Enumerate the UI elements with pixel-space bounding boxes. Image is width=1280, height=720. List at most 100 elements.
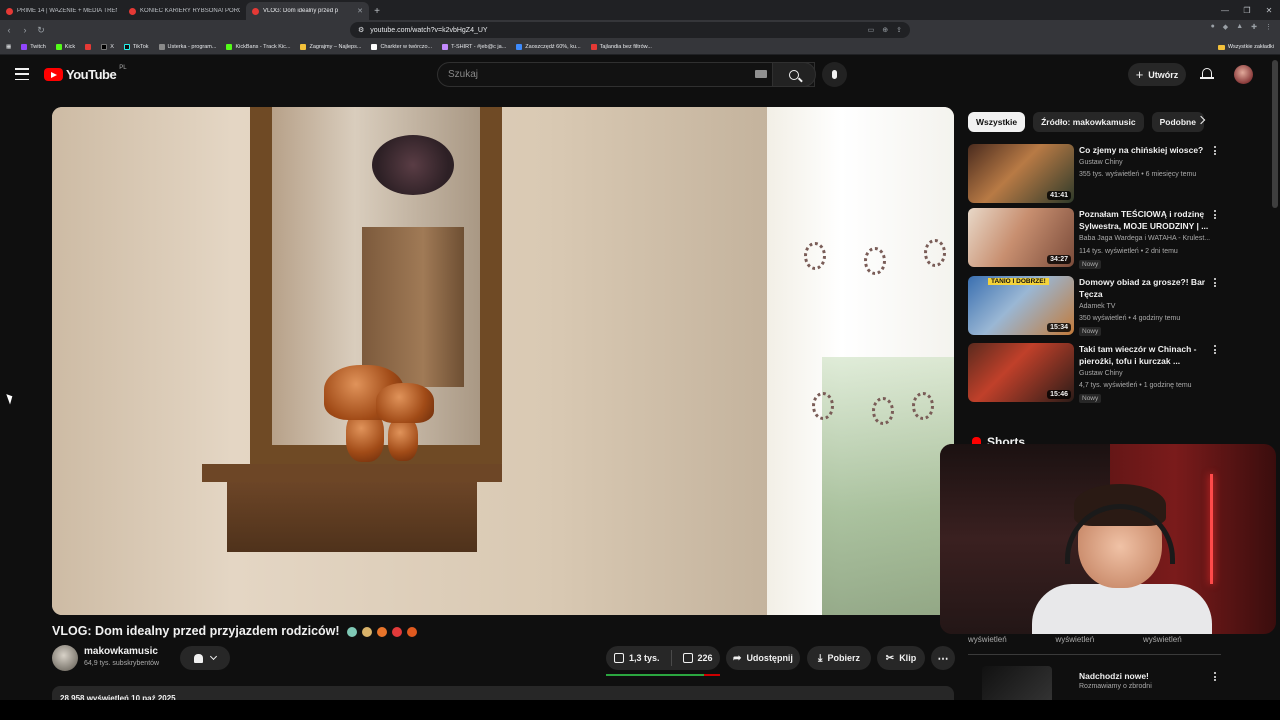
extension-icon[interactable]: ◆	[1223, 23, 1228, 31]
bookmark-item[interactable]	[85, 44, 92, 50]
close-window-icon[interactable]: ✕	[1258, 0, 1280, 20]
more-options-icon[interactable]	[1212, 345, 1218, 354]
recommendation-channel[interactable]: Gustaw Chiny	[1079, 159, 1123, 166]
recommendation-title[interactable]: Taki tam wieczór w Chinach - pierożki, t…	[1079, 343, 1211, 367]
bookmark-item[interactable]: Charkter w twórczo...	[371, 44, 432, 50]
new-tab-button[interactable]: +	[369, 2, 385, 20]
apps-icon[interactable]: ▦	[6, 44, 11, 50]
like-icon[interactable]	[614, 653, 624, 663]
bookmark-item[interactable]: Zaoszczędź 60%, ku...	[516, 44, 581, 50]
browser-tab[interactable]: KONIEC KARIERY RYBSONA! PORÓŻ	[123, 2, 246, 20]
site-info-icon[interactable]: ⚙	[358, 26, 364, 34]
bookmark-item[interactable]: Usterka - program...	[158, 44, 216, 50]
more-actions-button[interactable]: ⋯	[931, 646, 955, 670]
more-options-icon[interactable]	[1212, 210, 1218, 219]
recommendation-channel[interactable]: Gustaw Chiny	[1079, 370, 1123, 377]
more-options-icon[interactable]	[1212, 146, 1218, 155]
more-options-icon[interactable]	[1212, 278, 1218, 287]
keyboard-icon[interactable]	[755, 70, 767, 78]
browser-tab-active[interactable]: VLOG: Dom idealny przed p ✕	[246, 2, 369, 20]
bookmark-item[interactable]: KickBans - Track Kic...	[226, 44, 290, 50]
forward-icon[interactable]: ›	[18, 23, 32, 37]
bookmark-item[interactable]: X	[101, 44, 114, 50]
bookmark-item[interactable]: Twitch	[21, 44, 46, 50]
recommendation-item[interactable]: Nadchodzi nowe! Rozmawiamy o zbrodni	[968, 666, 1223, 700]
recommendation-title[interactable]: Poznałam TEŚCIOWĄ i rodzinę Sylwestra, M…	[1079, 208, 1211, 232]
create-button[interactable]: + Utwórz	[1128, 63, 1186, 86]
window-controls: — ❐ ✕	[1214, 0, 1280, 20]
chip-all[interactable]: Wszystkie	[968, 112, 1026, 132]
recommendation-title[interactable]: Co zjemy na chińskiej wiosce?	[1079, 144, 1211, 156]
bookmark-item[interactable]: Tajlandia bez filtrów...	[590, 44, 652, 50]
share-button[interactable]: ➦ Udostępnij	[726, 646, 800, 670]
video-thumbnail[interactable]: TANIO I DOBRZE! 15:34	[968, 276, 1074, 335]
browser-tab[interactable]: PRIME 14 | WAŻENIE + MEDIA TRENI	[0, 2, 123, 20]
filter-chips: Wszystkie Źródło: makowkamusic Podobne	[968, 112, 1204, 132]
maximize-icon[interactable]: ❐	[1236, 0, 1258, 20]
like-ratio-fill	[606, 674, 705, 676]
all-bookmarks-folder[interactable]: Wszystkie zakładki	[1217, 44, 1274, 50]
extension-icon[interactable]: ▲	[1236, 23, 1243, 31]
like-count[interactable]: 1,3 tys.	[629, 653, 660, 663]
menu-dots-icon[interactable]: ⋮	[1265, 23, 1272, 31]
bookmark-item[interactable]: Zagrajmy – Najleps...	[300, 44, 361, 50]
mouse-cursor-icon	[6, 392, 15, 405]
youtube-icon	[85, 44, 92, 50]
bookmark-item[interactable]: T-SHIRT - #jeb@c ja...	[442, 44, 506, 50]
recommendation-channel[interactable]: Baba Jaga Wardega i WATAHA - Krulest...	[1079, 235, 1210, 242]
minimize-icon[interactable]: —	[1214, 0, 1236, 20]
new-badge: Nowy	[1079, 327, 1102, 336]
subscribed-bell-button[interactable]	[180, 646, 230, 670]
page-scrollbar[interactable]	[1272, 60, 1278, 208]
address-bar[interactable]: ⚙ youtube.com/watch?v=k2vbHgZ4_UY ▭ ⊕ ⇪	[350, 22, 910, 38]
video-thumbnail[interactable]: 34:27	[968, 208, 1074, 267]
recommendation-item[interactable]: 41:41 Co zjemy na chińskiej wiosce? Gust…	[968, 144, 1223, 204]
zoom-icon[interactable]: ⊕	[882, 26, 888, 34]
voice-search-button[interactable]	[822, 62, 847, 87]
channel-avatar[interactable]	[52, 645, 78, 671]
share-icon[interactable]: ⇪	[896, 26, 902, 34]
like-dislike-group: 1,3 tys. 226	[606, 646, 720, 670]
duration-badge: 41:41	[1047, 191, 1071, 200]
bookmark-item[interactable]: TikTok	[123, 44, 149, 50]
recommendation-channel[interactable]: Rozmawiamy o zbrodni	[1079, 683, 1152, 690]
video-thumbnail[interactable]: 41:41	[968, 144, 1074, 203]
menu-icon[interactable]	[15, 68, 29, 80]
download-button[interactable]: ⤓ Pobierz	[807, 646, 871, 670]
screen: PRIME 14 | WAŻENIE + MEDIA TRENI KONIEC …	[0, 0, 1280, 720]
close-tab-icon[interactable]: ✕	[357, 7, 363, 15]
recommendation-channel[interactable]: Adamek TV	[1079, 303, 1115, 310]
reload-icon[interactable]: ↻	[34, 23, 48, 37]
video-player[interactable]	[52, 107, 954, 615]
chip-source[interactable]: Źródło: makowkamusic	[1033, 112, 1144, 132]
clip-button[interactable]: ✂ Klip	[877, 646, 925, 670]
emoji-icon	[407, 626, 418, 637]
more-options-icon[interactable]	[1212, 672, 1218, 681]
channel-name[interactable]: makowkamusic	[84, 646, 158, 657]
account-avatar[interactable]	[1234, 65, 1253, 84]
bookmarks-bar: ▦ Twitch Kick X TikTok Usterka - program…	[0, 40, 1280, 55]
extension-icons: ● ◆ ▲ ✚ ⋮	[1211, 23, 1272, 31]
video-frame-shelf	[202, 464, 502, 482]
dislike-count[interactable]: 226	[698, 653, 713, 663]
extension-icon[interactable]: ●	[1211, 23, 1215, 31]
search-button[interactable]	[772, 62, 816, 87]
recommendation-item[interactable]: TANIO I DOBRZE! 15:34 Domowy obiad za gr…	[968, 276, 1223, 336]
recommendation-title[interactable]: Domowy obiad za grosze?! Bar Tęcza	[1079, 276, 1211, 300]
notifications-icon[interactable]	[1200, 67, 1214, 81]
recommendation-item[interactable]: 15:46 Taki tam wieczór w Chinach - piero…	[968, 343, 1223, 403]
bookmark-item[interactable]: Kick	[55, 44, 75, 50]
video-thumbnail[interactable]: 15:46	[968, 343, 1074, 402]
dislike-icon[interactable]	[682, 653, 693, 663]
youtube-logo[interactable]: YouTube PL	[44, 65, 127, 82]
chip-similar[interactable]: Podobne	[1151, 112, 1204, 132]
puzzle-icon[interactable]: ✚	[1251, 23, 1257, 31]
video-thumbnail[interactable]	[982, 666, 1052, 700]
youtube-favicon-icon	[129, 7, 136, 15]
webcam-overlay	[940, 444, 1276, 634]
recommendation-title[interactable]: Nadchodzi nowe!	[1079, 670, 1211, 682]
cast-icon[interactable]: ▭	[868, 26, 875, 34]
video-frame-cabinet	[362, 227, 464, 387]
recommendation-item[interactable]: 34:27 Poznałam TEŚCIOWĄ i rodzinę Sylwes…	[968, 208, 1223, 269]
back-icon[interactable]: ‹	[2, 23, 16, 37]
